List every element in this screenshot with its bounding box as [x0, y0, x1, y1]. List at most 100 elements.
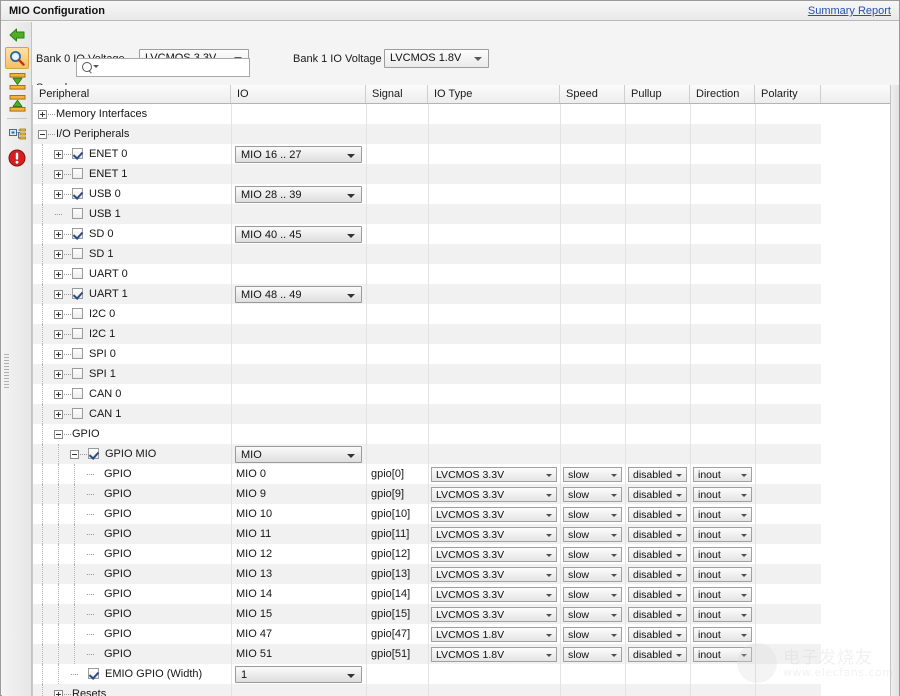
direction-select[interactable]: inout [693, 467, 752, 482]
direction-select[interactable]: inout [693, 507, 752, 522]
speed-select[interactable]: slow [563, 627, 622, 642]
table-row[interactable]: GPIOMIO 0gpio[0]LVCMOS 3.3Vslowdisabledi… [33, 464, 899, 484]
io-select[interactable]: MIO 48 .. 49 [235, 286, 362, 303]
column-header-polarity[interactable]: Polarity [755, 85, 821, 103]
table-row[interactable]: GPIOMIO 51gpio[51]LVCMOS 1.8Vslowdisable… [33, 644, 899, 664]
io-select[interactable]: MIO [235, 446, 362, 463]
expand-node-icon[interactable] [54, 310, 63, 319]
expand-all-button[interactable] [5, 92, 29, 114]
pullup-select[interactable]: disabled [628, 587, 687, 602]
table-row[interactable]: GPIOMIO 9gpio[9]LVCMOS 3.3Vslowdisabledi… [33, 484, 899, 504]
expand-node-icon[interactable] [54, 170, 63, 179]
peripheral-enable-checkbox[interactable] [72, 368, 83, 379]
direction-select[interactable]: inout [693, 647, 752, 662]
peripheral-enable-checkbox[interactable] [72, 328, 83, 339]
peripheral-enable-checkbox[interactable] [72, 388, 83, 399]
pullup-select[interactable]: disabled [628, 507, 687, 522]
table-row[interactable]: GPIO MIOMIO [33, 444, 899, 464]
pullup-select[interactable]: disabled [628, 567, 687, 582]
peripheral-enable-checkbox[interactable] [72, 188, 83, 199]
direction-select[interactable]: inout [693, 487, 752, 502]
table-row[interactable]: CAN 1 [33, 404, 899, 424]
io-select[interactable]: 1 [235, 666, 362, 683]
column-header-pullup[interactable]: Pullup [625, 85, 690, 103]
table-row[interactable]: CAN 0 [33, 384, 899, 404]
direction-select[interactable]: inout [693, 627, 752, 642]
table-row[interactable]: GPIOMIO 47gpio[47]LVCMOS 1.8Vslowdisable… [33, 624, 899, 644]
expand-node-icon[interactable] [54, 350, 63, 359]
table-row[interactable]: USB 0MIO 28 .. 39 [33, 184, 899, 204]
table-row[interactable]: GPIOMIO 11gpio[11]LVCMOS 3.3Vslowdisable… [33, 524, 899, 544]
io-select[interactable]: MIO 28 .. 39 [235, 186, 362, 203]
table-row[interactable]: ENET 0MIO 16 .. 27 [33, 144, 899, 164]
pullup-select[interactable]: disabled [628, 627, 687, 642]
expand-node-icon[interactable] [54, 270, 63, 279]
speed-select[interactable]: slow [563, 527, 622, 542]
table-row[interactable]: GPIOMIO 15gpio[15]LVCMOS 3.3Vslowdisable… [33, 604, 899, 624]
table-row[interactable]: I2C 0 [33, 304, 899, 324]
table-row[interactable]: SPI 0 [33, 344, 899, 364]
table-row[interactable]: GPIOMIO 12gpio[12]LVCMOS 3.3Vslowdisable… [33, 544, 899, 564]
pullup-select[interactable]: disabled [628, 527, 687, 542]
pullup-select[interactable]: disabled [628, 487, 687, 502]
peripheral-enable-checkbox[interactable] [88, 668, 99, 679]
peripheral-enable-checkbox[interactable] [72, 148, 83, 159]
table-row[interactable]: UART 1MIO 48 .. 49 [33, 284, 899, 304]
speed-select[interactable]: slow [563, 567, 622, 582]
table-row[interactable]: SPI 1 [33, 364, 899, 384]
table-row[interactable]: Memory Interfaces [33, 104, 899, 124]
table-row[interactable]: ENET 1 [33, 164, 899, 184]
direction-select[interactable]: inout [693, 527, 752, 542]
collapse-node-icon[interactable] [54, 430, 63, 439]
speed-select[interactable]: slow [563, 507, 622, 522]
direction-select[interactable]: inout [693, 587, 752, 602]
direction-select[interactable]: inout [693, 607, 752, 622]
io-type-select[interactable]: LVCMOS 1.8V [431, 647, 557, 662]
peripheral-enable-checkbox[interactable] [72, 208, 83, 219]
speed-select[interactable]: slow [563, 647, 622, 662]
collapse-node-icon[interactable] [38, 130, 47, 139]
tree-view-button[interactable] [5, 124, 29, 146]
io-select[interactable]: MIO 16 .. 27 [235, 146, 362, 163]
back-arrow-button[interactable] [5, 24, 29, 46]
pullup-select[interactable]: disabled [628, 647, 687, 662]
peripheral-enable-checkbox[interactable] [72, 308, 83, 319]
pullup-select[interactable]: disabled [628, 467, 687, 482]
column-header-io[interactable]: IO [231, 85, 366, 103]
io-type-select[interactable]: LVCMOS 3.3V [431, 467, 557, 482]
io-type-select[interactable]: LVCMOS 3.3V [431, 547, 557, 562]
speed-select[interactable]: slow [563, 467, 622, 482]
table-row[interactable]: Resets [33, 684, 899, 696]
table-row[interactable]: USB 1 [33, 204, 899, 224]
io-type-select[interactable]: LVCMOS 3.3V [431, 487, 557, 502]
table-row[interactable]: EMIO GPIO (Width)1 [33, 664, 899, 684]
expand-node-icon[interactable] [54, 410, 63, 419]
column-header-iotype[interactable]: IO Type [428, 85, 560, 103]
peripheral-enable-checkbox[interactable] [72, 248, 83, 259]
speed-select[interactable]: slow [563, 487, 622, 502]
peripheral-enable-checkbox[interactable] [72, 288, 83, 299]
column-header-peripheral[interactable]: Peripheral [33, 85, 231, 103]
io-type-select[interactable]: LVCMOS 3.3V [431, 587, 557, 602]
io-type-select[interactable]: LVCMOS 3.3V [431, 567, 557, 582]
expand-node-icon[interactable] [54, 330, 63, 339]
table-row[interactable]: I/O Peripherals [33, 124, 899, 144]
io-type-select[interactable]: LVCMOS 3.3V [431, 527, 557, 542]
table-row[interactable]: GPIOMIO 10gpio[10]LVCMOS 3.3Vslowdisable… [33, 504, 899, 524]
peripheral-enable-checkbox[interactable] [72, 168, 83, 179]
peripheral-enable-checkbox[interactable] [88, 448, 99, 459]
speed-select[interactable]: slow [563, 607, 622, 622]
column-header-speed[interactable]: Speed [560, 85, 625, 103]
expand-node-icon[interactable] [54, 150, 63, 159]
peripheral-enable-checkbox[interactable] [72, 228, 83, 239]
expand-node-icon[interactable] [54, 250, 63, 259]
collapse-all-button[interactable] [5, 70, 29, 92]
peripheral-enable-checkbox[interactable] [72, 268, 83, 279]
direction-select[interactable]: inout [693, 547, 752, 562]
speed-select[interactable]: slow [563, 547, 622, 562]
expand-node-icon[interactable] [54, 390, 63, 399]
table-row[interactable]: GPIOMIO 13gpio[13]LVCMOS 3.3Vslowdisable… [33, 564, 899, 584]
table-row[interactable]: UART 0 [33, 264, 899, 284]
expand-node-icon[interactable] [38, 110, 47, 119]
collapse-node-icon[interactable] [70, 450, 79, 459]
